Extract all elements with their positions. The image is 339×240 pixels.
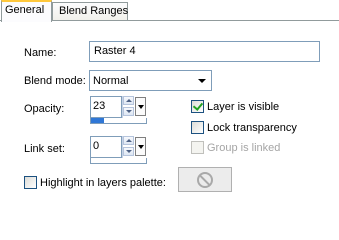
lock-transparency-checkbox[interactable]	[191, 121, 204, 134]
link-set-input[interactable]: 0	[90, 136, 122, 158]
name-input[interactable]: Raster 4	[89, 41, 320, 62]
chevron-down-icon	[137, 104, 144, 109]
group-linked-label: Group is linked	[207, 142, 281, 154]
blend-mode-value: Normal	[93, 75, 129, 87]
opacity-label: Opacity:	[24, 103, 65, 115]
blend-mode-label: Blend mode:	[24, 75, 86, 87]
spin-up-icon[interactable]	[123, 136, 134, 145]
spin-down-icon[interactable]	[123, 147, 134, 156]
spin-up-icon[interactable]	[123, 96, 134, 105]
link-set-value: 0	[93, 140, 100, 152]
tab-general[interactable]: General	[1, 0, 52, 22]
name-label: Name:	[24, 47, 57, 59]
opacity-dropdown-button[interactable]	[135, 97, 146, 116]
layer-visible-checkbox[interactable]	[191, 100, 204, 113]
opacity-bar[interactable]	[90, 118, 147, 124]
blend-mode-select[interactable]: Normal	[89, 70, 212, 91]
lock-transparency-label[interactable]: Lock transparency	[207, 121, 297, 135]
link-set-dropdown-button[interactable]	[135, 137, 146, 156]
tab-blend-ranges[interactable]: Blend Ranges	[52, 2, 128, 21]
opacity-input[interactable]: 23	[90, 96, 122, 118]
layer-visible-label[interactable]: Layer is visible	[207, 100, 279, 114]
no-symbol-icon	[197, 171, 213, 188]
highlight-checkbox[interactable]	[24, 176, 37, 189]
chevron-down-icon[interactable]	[193, 72, 210, 89]
highlight-label[interactable]: Highlight in layers palette:	[40, 176, 166, 190]
highlight-color-button[interactable]	[178, 167, 232, 192]
link-set-spinner[interactable]	[122, 136, 134, 158]
opacity-spinner[interactable]	[122, 96, 134, 118]
opacity-value: 23	[93, 100, 106, 112]
group-linked-checkbox	[191, 141, 204, 154]
link-set-bar[interactable]	[90, 158, 147, 164]
chevron-down-icon	[137, 144, 144, 149]
link-set-label: Link set:	[24, 143, 65, 155]
tab-bar: General Blend Ranges	[0, 0, 339, 22]
spin-down-icon[interactable]	[123, 107, 134, 116]
opacity-bar-fill	[91, 118, 104, 123]
